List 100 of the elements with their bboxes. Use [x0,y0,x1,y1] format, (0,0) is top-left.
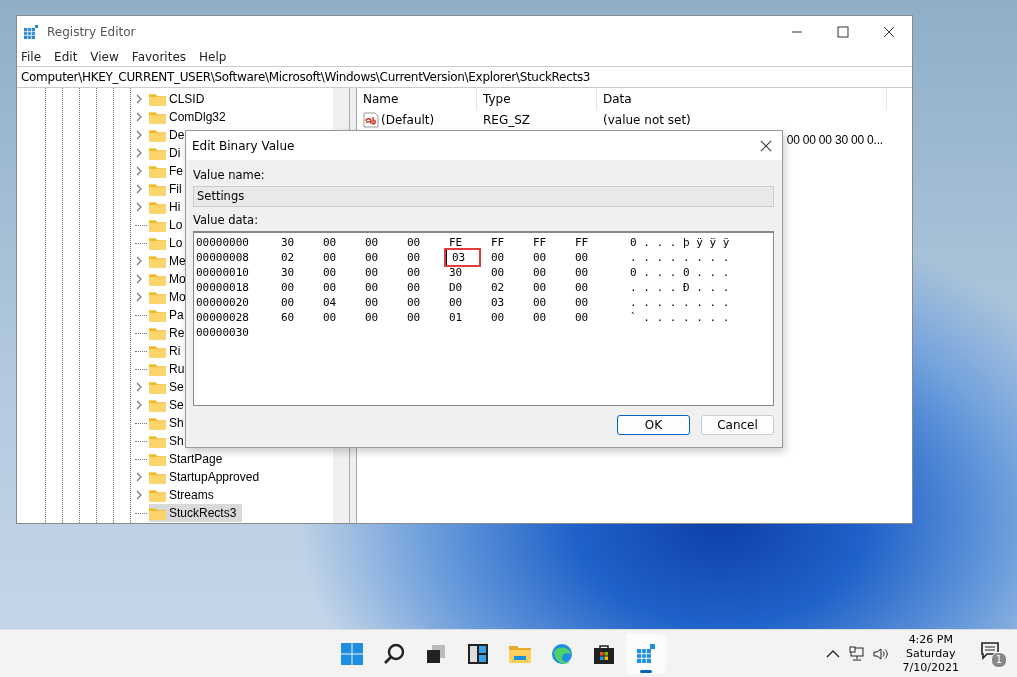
tree-item[interactable]: Streams [149,486,220,504]
menu-item[interactable]: Favorites [131,49,194,64]
tree-item[interactable]: Se [149,378,190,396]
ascii-text: . . . . Đ . . . [630,281,730,294]
tree-item[interactable]: Me [149,252,192,270]
column-header[interactable]: Name [357,88,477,110]
hex-byte: 02 [280,251,296,264]
tree-item[interactable]: Fe [149,162,189,180]
column-header[interactable]: Type [477,88,597,110]
hex-byte: 00 [364,311,380,324]
search-icon [382,641,406,666]
ok-button[interactable]: OK [617,415,690,435]
field-label: Value name: [193,168,266,182]
hex-byte: 00 [406,296,422,309]
hex-byte: D0 [448,281,464,294]
notification-button[interactable]: 1 [981,641,1005,666]
close-button[interactable] [760,139,772,152]
tree-item[interactable]: Sh [149,432,190,450]
offset-text: 00000020 [196,296,250,309]
hex-byte: 60 [280,311,296,324]
tree-item[interactable]: Fil [149,180,188,198]
hex-byte: 30 [280,236,296,249]
tree-item[interactable]: Mo [149,288,192,306]
tree-item[interactable]: Pa [149,306,190,324]
tree-item[interactable]: ComDlg32 [149,108,232,126]
folder-icon [149,380,166,394]
ascii-text: 0 . . . 0 . . . [630,266,730,279]
column-header[interactable]: Data [597,88,887,110]
dialog-title: Edit Binary Value [192,138,295,153]
folder-icon [149,326,166,340]
hex-byte: 00 [574,296,590,309]
offset-text: 00000010 [196,266,250,279]
folder-icon [149,164,166,178]
value-name-field[interactable]: Settings [193,186,774,207]
hex-byte: 00 [490,266,506,279]
hex-byte: FF [532,236,548,249]
folder-icon [149,506,166,520]
hex-byte: 00 [406,251,422,264]
grid-cube-icon [634,641,658,666]
tree-item[interactable]: Ru [149,360,191,378]
hex-byte: 00 [322,311,338,324]
hex-byte: 04 [322,296,338,309]
tree-item[interactable]: StuckRects3 [149,504,243,522]
hex-byte: 00 [574,251,590,264]
address-bar[interactable]: Computer\HKEY_CURRENT_USER\Software\Microsoft\Windows\CurrentVersion\Explorer\StuckRects3 [17,66,912,88]
tree-item[interactable]: Mo [149,270,192,288]
network-icon[interactable] [848,645,865,662]
tree-item[interactable]: Ri [149,342,187,360]
hex-byte: 00 [322,251,338,264]
tree-item[interactable]: Re [149,324,191,342]
tree-item[interactable]: StartupApproved [149,468,266,486]
folder-icon [149,200,166,214]
hex-byte: 03 [446,250,480,265]
message-icon [981,641,999,660]
tree-item[interactable]: StartPage [149,450,229,468]
menu-item[interactable]: Help [199,49,234,64]
hex-byte: 00 [448,296,464,309]
ascii-text: ` . . . . . . . [630,311,730,324]
browser-icon [550,641,574,666]
windows-logo-icon [340,641,364,666]
tree-item[interactable]: Se [149,396,190,414]
tree-item[interactable]: Sh [149,414,190,432]
tree-item[interactable]: Hi [149,198,187,216]
tree-item[interactable]: De [149,126,191,144]
cancel-button[interactable]: Cancel [701,415,774,435]
hex-byte: 00 [574,311,590,324]
tree-item[interactable]: Lo [149,216,189,234]
hex-byte: 00 [406,236,422,249]
menu-item[interactable]: File [21,49,49,64]
field-label: Value data: [193,213,259,227]
hex-byte: 00 [322,281,338,294]
folder-icon [149,236,166,250]
menu-item[interactable]: Edit [54,49,85,64]
hex-byte: 00 [364,281,380,294]
menu-item[interactable]: View [90,49,126,64]
hex-editor-field[interactable] [193,231,774,406]
folder-icon [149,272,166,286]
folder-icon [149,128,166,142]
grid-cube-icon [23,23,39,40]
volume-icon[interactable] [872,645,889,662]
clock[interactable]: 4:26 PM Saturday 7/10/2021 [902,632,959,675]
hex-byte: 00 [364,266,380,279]
folder-icon [149,110,166,124]
hex-byte: 00 [406,266,422,279]
folder-icon [149,398,166,412]
tree-item[interactable]: Lo [149,234,189,252]
hex-byte: 00 [532,296,548,309]
notification-badge: 1 [991,651,1007,668]
hex-byte: FE [448,236,464,249]
window-title: Registry Editor [47,24,136,39]
hex-byte: 00 [406,311,422,324]
hex-byte: 00 [490,251,506,264]
tree-item[interactable]: CLSID [149,90,211,108]
hex-byte: 00 [280,281,296,294]
offset-text: 00000008 [196,251,250,264]
ascii-text: . . . . . . . . [630,251,730,264]
hex-byte: FF [574,236,590,249]
hex-byte: 00 [532,311,548,324]
folder-icon [149,146,166,160]
tree-item[interactable]: Di [149,144,187,162]
